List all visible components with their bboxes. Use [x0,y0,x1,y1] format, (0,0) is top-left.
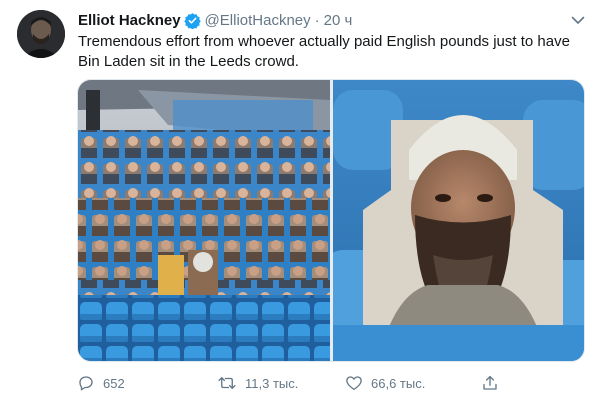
tweet-media[interactable] [77,79,585,362]
retweet-button[interactable]: 11,3 тыс. [217,372,298,394]
avatar[interactable] [17,10,65,58]
tweet-text: Tremendous effort from whoever actually … [78,32,598,72]
tweet-actions: 652 11,3 тыс. 66,6 тыс. [77,372,517,394]
like-icon [346,376,362,391]
tweet-text-line: Bin Laden sit in the Leeds crowd. [78,53,299,70]
share-button[interactable] [481,372,499,394]
share-icon [483,375,497,390]
retweet-icon [218,377,236,389]
tweet-text-line: Tremendous effort from whoever actually … [78,33,570,50]
chevron-down-icon[interactable] [568,12,588,28]
tweet-timestamp[interactable]: 20 ч [324,12,353,29]
tweet[interactable]: Elliot Hackney @ElliotHackney · 20 ч Tre… [0,0,603,405]
separator-dot: · [314,11,320,29]
reply-count: 652 [103,375,125,391]
closeup-photo-image [333,80,584,361]
avatar-image [17,10,65,58]
verified-badge-icon [183,12,201,29]
like-count: 66,6 тыс. [371,375,426,391]
display-name[interactable]: Elliot Hackney [78,12,181,29]
retweet-count: 11,3 тыс. [245,375,299,391]
media-photo-stadium[interactable] [78,80,330,361]
stadium-photo-image [78,80,330,361]
like-button[interactable]: 66,6 тыс. [345,372,425,394]
user-handle[interactable]: @ElliotHackney [205,12,311,29]
tweet-header: Elliot Hackney @ElliotHackney · 20 ч [78,10,352,30]
reply-button[interactable]: 652 [77,372,125,394]
reply-icon [79,376,93,391]
media-photo-closeup[interactable] [333,80,584,361]
